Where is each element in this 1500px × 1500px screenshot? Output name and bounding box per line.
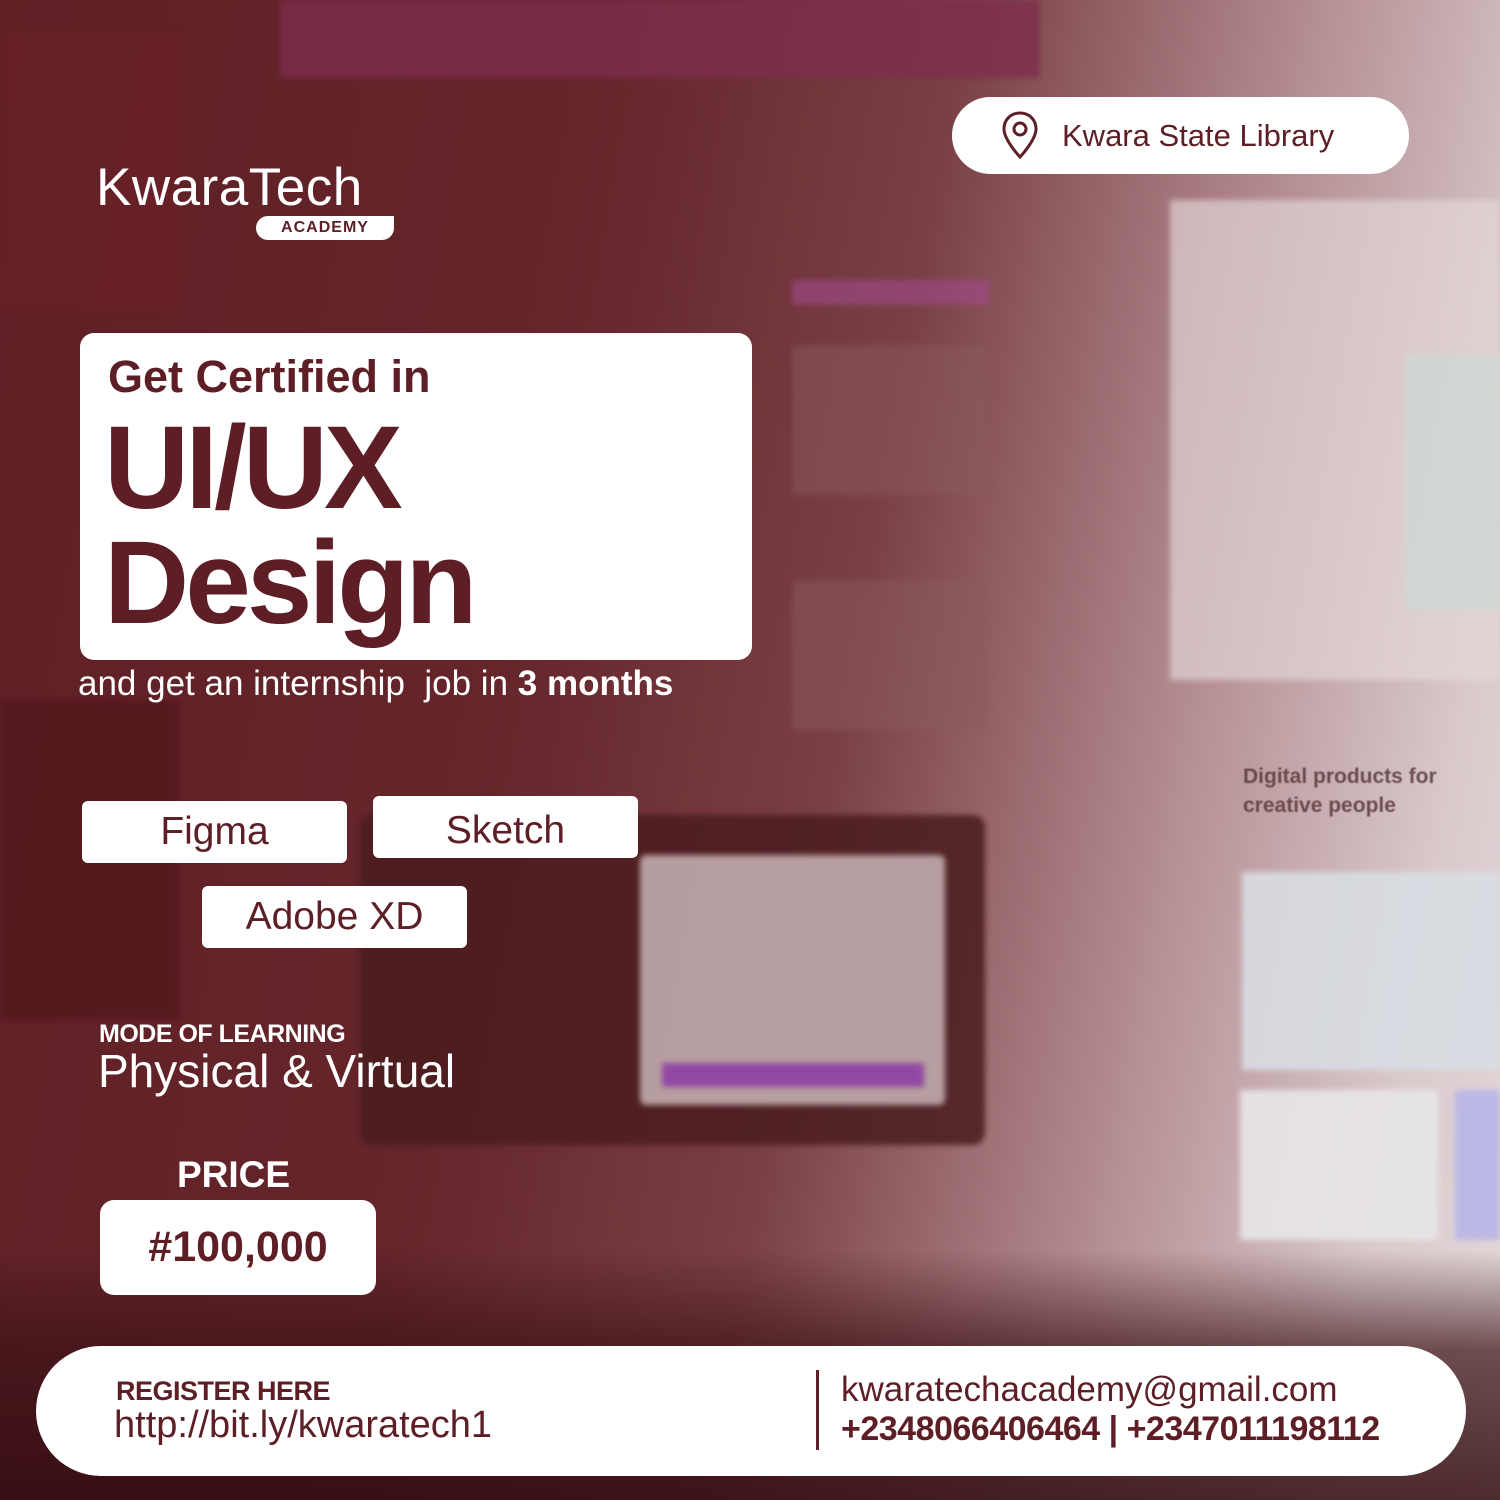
register-link[interactable]: http://bit.ly/kwaratech1 xyxy=(114,1404,492,1447)
background-image xyxy=(1405,355,1500,610)
course-title-line: UI/UX xyxy=(104,402,403,534)
brand-badge: ACADEMY xyxy=(256,216,394,240)
contact-email[interactable]: kwaratechacademy@gmail.com xyxy=(841,1370,1338,1410)
flyer: Digital products for creative people Kwa… xyxy=(0,0,1500,1500)
background-button xyxy=(792,280,989,305)
course-title-line: Design xyxy=(104,517,477,649)
footer-bar: REGISTER HERE http://bit.ly/kwaratech1 k… xyxy=(36,1346,1466,1476)
tagline-text: and get an internship job in xyxy=(78,664,518,703)
tool-pill-sketch: Sketch xyxy=(373,796,638,858)
background-photo xyxy=(1240,1090,1438,1240)
background-photo xyxy=(1455,1090,1500,1240)
course-title: UI/UX Design xyxy=(104,402,477,649)
background-form-button xyxy=(662,1063,924,1087)
footer-divider xyxy=(816,1370,819,1450)
tool-pill-adobe-xd: Adobe XD xyxy=(202,886,467,948)
contact-phones: +2348066406464 | +2347011198112 xyxy=(841,1410,1380,1448)
location-text: Kwara State Library xyxy=(1062,117,1335,153)
background-card xyxy=(792,345,987,495)
tagline: and get an internship job in 3 months xyxy=(78,664,673,704)
background-banner xyxy=(280,0,1040,78)
tool-pill-figma: Figma xyxy=(82,801,347,863)
background-card xyxy=(792,580,987,730)
price-value: #100,000 xyxy=(100,1200,376,1295)
tagline-duration: 3 months xyxy=(517,664,674,703)
brand-badge-label: ACADEMY xyxy=(281,219,369,236)
register-label: REGISTER HERE xyxy=(116,1376,331,1406)
mode-value: Physical & Virtual xyxy=(98,1045,456,1097)
price-label: PRICE xyxy=(177,1154,291,1195)
brand-logo: KwaraTech ACADEMY xyxy=(96,158,396,248)
map-pin-icon xyxy=(1002,110,1038,159)
background-heading: Digital products for creative people xyxy=(1243,765,1437,817)
headline-kicker: Get Certified in xyxy=(108,351,431,402)
brand-name: KwaraTech xyxy=(96,158,363,217)
location-pill: Kwara State Library xyxy=(952,97,1409,174)
background-photo xyxy=(1242,872,1500,1070)
headline-card: Get Certified in UI/UX Design xyxy=(80,333,752,660)
